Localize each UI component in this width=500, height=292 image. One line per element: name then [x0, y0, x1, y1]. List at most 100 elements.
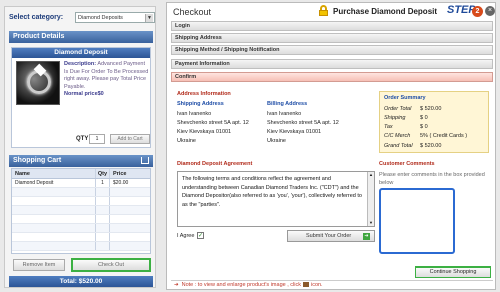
check-out-button[interactable]: Check Out [71, 258, 151, 272]
billing-address: Ivan Ivanenko Shevchenko street 5A apt. … [267, 110, 339, 146]
cart-item-name: Diamond Deposit [12, 179, 96, 187]
table-row[interactable]: Diamond Deposit 1 $20.00 [12, 179, 150, 188]
note-text: Note : to view and enlarge product's ima… [181, 282, 301, 288]
shipping-address: Ivan Ivanenko Shevchenko street 5A apt. … [177, 110, 249, 146]
shipping-address-heading: Shipping Address [177, 101, 224, 107]
close-icon[interactable]: × [485, 6, 495, 16]
qty-label: QTY [76, 136, 89, 142]
product-description: Description: Advanced Payment Is Due For… [64, 61, 150, 99]
summary-key: Order Total [384, 106, 412, 112]
cart-total: Total: $520.00 [9, 276, 153, 287]
arrow-right-icon: ➜ [174, 282, 179, 288]
cart-icon [141, 157, 149, 164]
confirm-panel: Address Information Shipping Address Bil… [171, 87, 493, 278]
dialog-title: Checkout [173, 7, 212, 17]
submit-order-label: Submit Your Order [306, 233, 352, 239]
summary-value: $ 520.00 [420, 106, 442, 112]
product-image[interactable] [16, 61, 60, 105]
shipping-line: Shevchenko street 5A apt. 12 [177, 120, 249, 126]
shopping-cart-title: Shopping Cart [13, 157, 62, 164]
table-row [12, 242, 150, 251]
product-name: Diamond Deposit [12, 48, 150, 58]
section-shipping-method[interactable]: Shipping Method / Shipping Notification [171, 45, 493, 55]
summary-key: Shipping [384, 115, 406, 121]
submit-order-button[interactable]: Submit Your Order ➜ [287, 230, 375, 242]
summary-value: 5% ( Credit Cards ) [420, 133, 468, 139]
summary-value: $ 0 [420, 115, 428, 121]
i-agree-label: I Agree [177, 233, 195, 239]
table-row [12, 188, 150, 197]
comments-prompt: Please enter comments in the box provide… [379, 172, 485, 186]
summary-row: C/C Merch 5% ( Credit Cards ) [384, 133, 488, 142]
product-sidebar: Select category: Diamond Deposits ▼ Prod… [4, 6, 156, 288]
billing-line: Shevchenko street 5A apt. 12 [267, 120, 339, 126]
summary-key: Tax [384, 124, 393, 130]
section-login[interactable]: Login [171, 21, 493, 31]
table-row [12, 215, 150, 224]
note-suffix: icon. [310, 282, 323, 288]
continue-shopping-button[interactable]: Continue Shopping [415, 266, 491, 278]
category-select[interactable]: Diamond Deposits ▼ [75, 12, 155, 23]
col-price: Price [113, 171, 127, 177]
section-payment-information[interactable]: Payment Information [171, 59, 493, 69]
agreement-text: The following terms and conditions refle… [182, 176, 362, 208]
lock-icon [319, 5, 328, 16]
shipping-line: Ivan Ivanenko [177, 111, 212, 117]
summary-value: $ 520.00 [420, 143, 442, 149]
comments-textarea[interactable] [379, 188, 455, 254]
order-summary: Order Summary Order Total $ 520.00 Shippi… [379, 91, 489, 153]
scroll-down-icon[interactable]: ▼ [368, 220, 374, 226]
quantity-input[interactable]: 1 [89, 134, 105, 144]
cart-item-qty: 1 [96, 179, 110, 187]
shipping-line: Ukraine [177, 138, 196, 144]
section-shipping-address[interactable]: Shipping Address [171, 33, 493, 43]
image-note: ➜ Note : to view and enlarge product's im… [171, 280, 493, 289]
section-confirm[interactable]: Confirm [171, 72, 493, 82]
dialog-heading: Purchase Diamond Deposit [333, 7, 438, 16]
summary-row: Tax $ 0 [384, 124, 488, 133]
table-row [12, 197, 150, 206]
summary-row: Shipping $ 0 [384, 115, 488, 124]
cart-table-header: Name Qty Price [12, 169, 150, 179]
product-details-header: Product Details [9, 31, 153, 43]
category-row: Select category: Diamond Deposits ▼ [9, 12, 155, 24]
category-select-value: Diamond Deposits [78, 15, 123, 21]
agreement-textbox[interactable]: The following terms and conditions refle… [177, 171, 375, 227]
category-label: Select category: [9, 14, 64, 21]
address-information-heading: Address Information [177, 91, 231, 97]
billing-line: Ukraine [267, 138, 286, 144]
product-card: Diamond Deposit Description: Advanced Pa… [11, 47, 151, 148]
arrow-right-icon: ➜ [363, 233, 370, 240]
summary-value: $ 0 [420, 124, 428, 130]
add-to-cart-button[interactable]: Add to Cart [110, 134, 150, 144]
shopping-cart-header: Shopping Cart [9, 155, 153, 167]
table-row [12, 206, 150, 215]
quantity-row: QTY 1 Add to Cart [16, 134, 150, 145]
agreement-heading: Diamond Deposit Agreement [177, 161, 253, 167]
image-icon [302, 282, 309, 288]
description-label: Description: [64, 61, 97, 67]
cart-item-price: $20.00 [113, 180, 129, 186]
step-number: 2 [472, 6, 483, 17]
billing-address-heading: Billing Address [267, 101, 308, 107]
table-row [12, 233, 150, 242]
checkout-dialog: Checkout Purchase Diamond Deposit STEP 2… [166, 2, 496, 290]
chevron-down-icon[interactable]: ▼ [145, 14, 153, 22]
agreement-scrollbar[interactable]: ▲ ▼ [367, 172, 374, 226]
col-name: Name [12, 169, 96, 178]
summary-row: Order Total $ 520.00 [384, 106, 488, 115]
shipping-line: Kiev Kievskaya 01001 [177, 129, 232, 135]
table-row [12, 224, 150, 233]
scroll-up-icon[interactable]: ▲ [368, 172, 374, 178]
summary-key: Grand Total [384, 143, 413, 149]
order-summary-title: Order Summary [384, 95, 426, 101]
normal-price: Normal price$0 [64, 91, 104, 97]
i-agree-checkbox[interactable]: ✓ [197, 232, 204, 239]
col-qty: Qty [96, 169, 110, 178]
remove-item-button[interactable]: Remove Item [13, 259, 65, 271]
summary-key: C/C Merch [384, 133, 411, 139]
summary-row: Grand Total $ 520.00 [384, 143, 488, 152]
billing-line: Kiev Kievskaya 01001 [267, 129, 322, 135]
billing-line: Ivan Ivanenko [267, 111, 302, 117]
customer-comments-heading: Customer Comments [379, 161, 435, 167]
